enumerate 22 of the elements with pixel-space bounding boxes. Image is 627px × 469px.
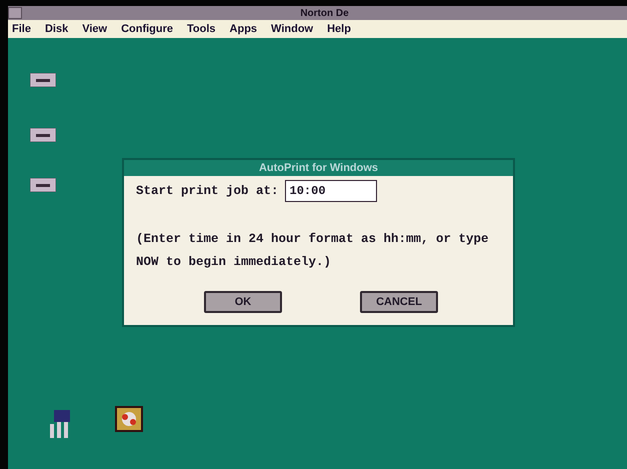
menu-item[interactable]: Disk xyxy=(44,23,68,35)
menu-item[interactable]: View xyxy=(82,23,108,35)
hint-text: NOW to begin immediately.) xyxy=(136,255,332,269)
prompt-label: Start print job at: xyxy=(136,184,279,198)
dialog-title: AutoPrint for Windows xyxy=(124,160,513,176)
window-title: Norton De xyxy=(299,8,350,18)
dialog-button[interactable]: CANCEL xyxy=(360,291,438,313)
menu-item[interactable]: Apps xyxy=(230,23,258,35)
time-field[interactable]: 10:00 xyxy=(284,180,377,202)
dialog-button[interactable]: OK xyxy=(204,291,282,313)
menu-item[interactable]: Window xyxy=(271,23,314,35)
menu-item[interactable]: Configure xyxy=(121,23,174,35)
application-icon[interactable] xyxy=(115,406,143,432)
drive-icon[interactable] xyxy=(30,178,56,192)
drive-icon[interactable] xyxy=(30,73,56,87)
system-menu-icon[interactable] xyxy=(8,7,22,19)
drive-icon[interactable] xyxy=(30,128,56,142)
menu-item[interactable]: File xyxy=(12,23,31,35)
menu-item[interactable]: Tools xyxy=(187,23,216,35)
menu-item[interactable]: Help xyxy=(327,23,351,35)
program-group-icon[interactable] xyxy=(50,410,72,438)
hint-text: (Enter time in 24 hour format as hh:mm, or type xyxy=(136,232,490,246)
